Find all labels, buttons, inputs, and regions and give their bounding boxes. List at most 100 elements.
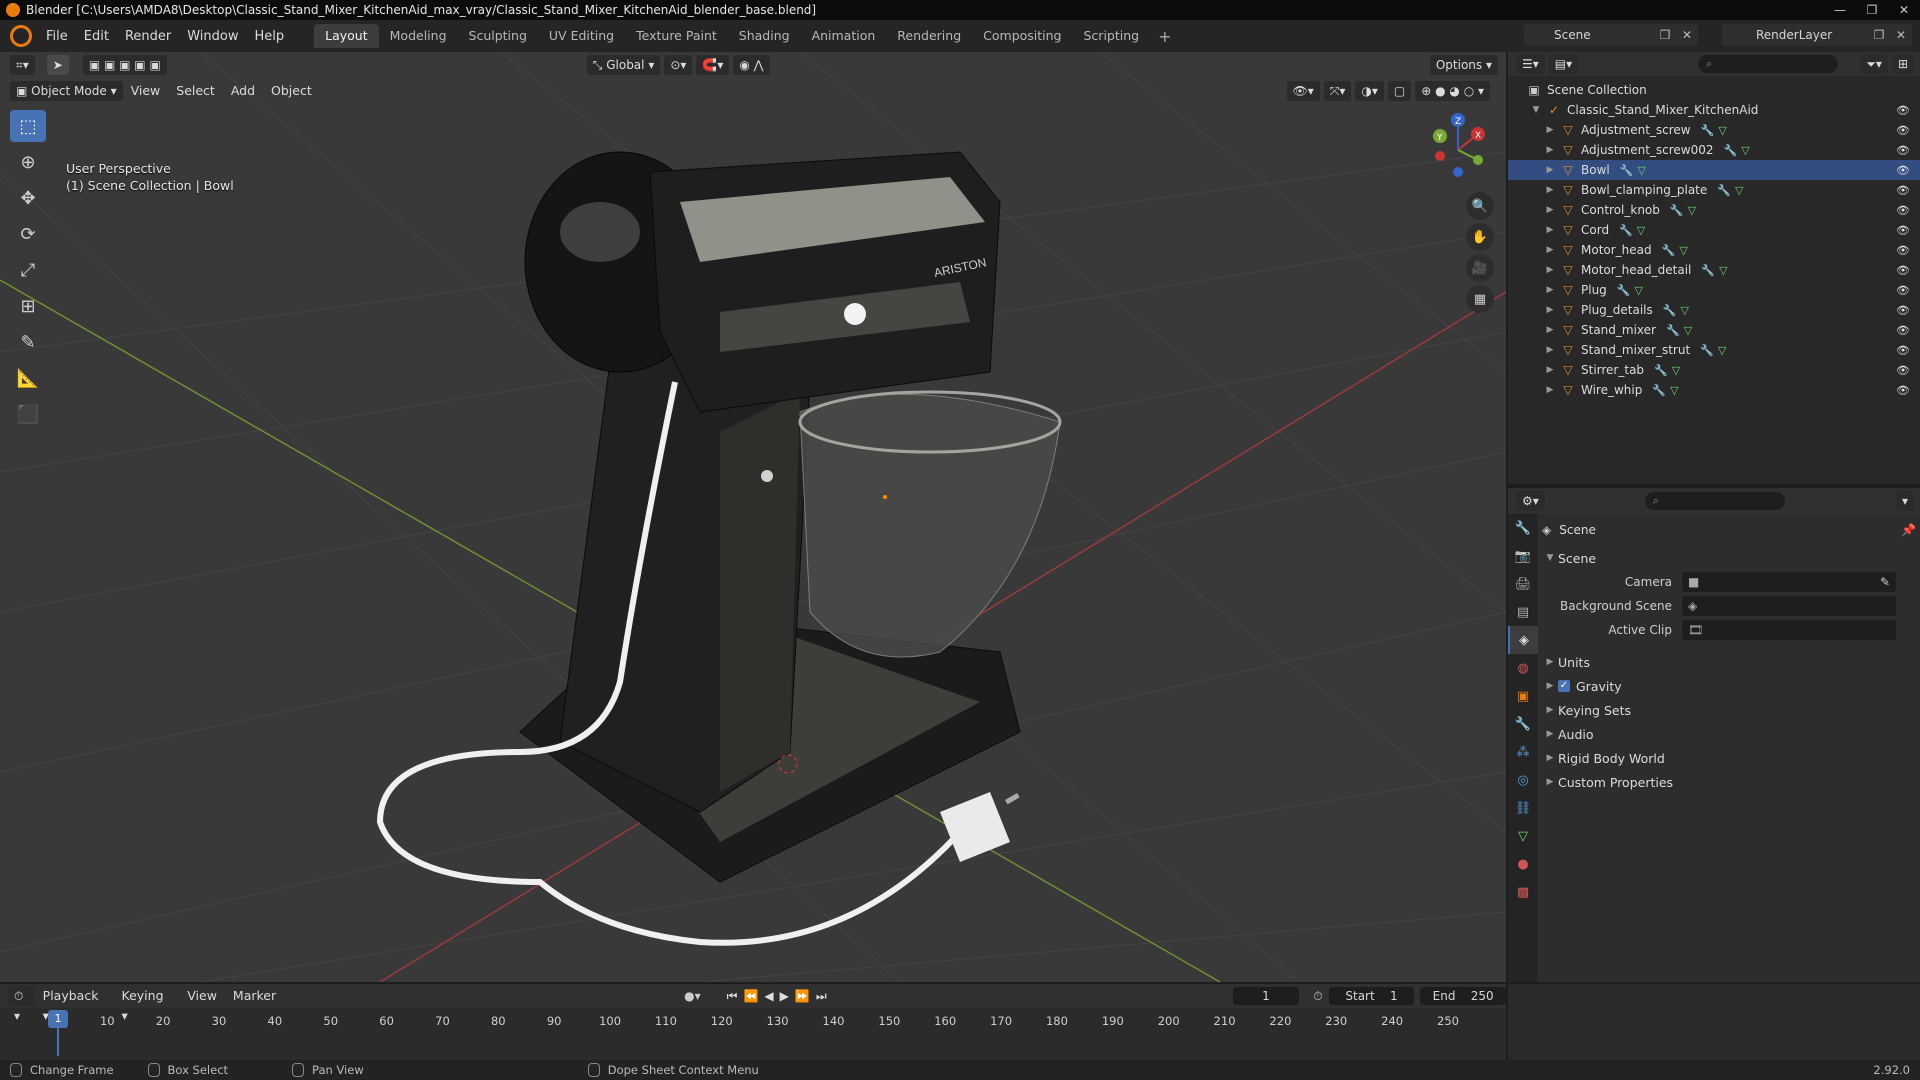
mesh-data-icon[interactable]: ▽ <box>1679 244 1687 257</box>
pan-hand-icon[interactable]: ✋ <box>1466 223 1494 251</box>
menu-add[interactable]: Add <box>223 81 263 101</box>
gizmo-toggle[interactable]: ⤧▾ <box>1323 81 1352 101</box>
xray-toggle[interactable]: ▢ <box>1387 81 1412 101</box>
scale-tool[interactable]: ⤢ <box>10 254 46 286</box>
display-mode-dropdown[interactable]: ▤▾ <box>1548 54 1579 74</box>
tab-scripting[interactable]: Scripting <box>1073 24 1151 48</box>
custom-properties-section[interactable]: ▶ Custom Properties <box>1542 770 1916 794</box>
expand-arrow-icon[interactable]: ▶ <box>1544 145 1556 155</box>
expand-arrow-icon[interactable]: ▶ <box>1544 305 1556 315</box>
expand-arrow-icon[interactable]: ▶ <box>1544 125 1556 135</box>
properties-editor-type[interactable]: ⚙▾ <box>1516 491 1545 511</box>
particles-tab-icon[interactable]: ⁂ <box>1508 738 1538 766</box>
end-frame-field[interactable]: End 250 <box>1420 987 1506 1005</box>
mesh-data-icon[interactable]: ▽ <box>1719 264 1727 277</box>
marker-menu[interactable]: Marker <box>225 986 284 1006</box>
editor-type-button[interactable]: ⌗▾ <box>10 55 35 75</box>
eye-icon[interactable]: 👁 <box>1896 104 1910 117</box>
eye-icon[interactable]: 👁 <box>1896 384 1910 397</box>
modifier-wrench-icon[interactable]: 🔧 <box>1717 184 1731 197</box>
tab-rendering[interactable]: Rendering <box>886 24 972 48</box>
menu-edit[interactable]: Edit <box>76 29 117 44</box>
expand-arrow-icon[interactable]: ▶ <box>1544 225 1556 235</box>
modifier-tab-icon[interactable]: 🔧 <box>1508 710 1538 738</box>
data-tab-icon[interactable]: ▽ <box>1508 822 1538 850</box>
scene-selector[interactable]: Scene ❐ ✕ <box>1524 24 1698 46</box>
tab-shading[interactable]: Shading <box>728 24 801 48</box>
view-menu[interactable]: View <box>179 986 225 1006</box>
tab-uv-editing[interactable]: UV Editing <box>538 24 625 48</box>
selection-mode-buttons[interactable]: ▣ ▣ ▣ ▣ ▣ <box>82 55 167 75</box>
eye-icon[interactable]: 👁 <box>1896 304 1910 317</box>
material-tab-icon[interactable]: ● <box>1508 850 1538 878</box>
scene-panel-header[interactable]: ▼ Scene <box>1542 546 1916 570</box>
play-reverse-icon[interactable]: ◀ <box>764 989 779 1003</box>
jump-keyframe-back-icon[interactable]: ⏪ <box>743 989 764 1003</box>
menu-object[interactable]: Object <box>263 81 320 101</box>
menu-help[interactable]: Help <box>247 29 293 44</box>
menu-file[interactable]: File <box>38 29 76 44</box>
mesh-data-icon[interactable]: ▽ <box>1672 364 1680 377</box>
select-box-tool[interactable]: ⬚ <box>10 110 46 142</box>
modifier-wrench-icon[interactable]: 🔧 <box>1654 364 1668 377</box>
menu-select[interactable]: Select <box>168 81 223 101</box>
modifier-wrench-icon[interactable]: 🔧 <box>1701 264 1715 277</box>
jump-keyframe-forward-icon[interactable]: ⏩ <box>795 989 816 1003</box>
mesh-data-icon[interactable]: ▽ <box>1684 324 1692 337</box>
modifier-wrench-icon[interactable]: 🔧 <box>1662 244 1676 257</box>
outliner-object-row[interactable]: ▶ ▽ Motor_head_detail 🔧 ▽ 👁 <box>1508 260 1920 280</box>
playback-menu[interactable]: Playback ▾ <box>35 986 114 1023</box>
add-cube-tool[interactable]: ⬛ <box>10 398 46 430</box>
proportional-edit-toggle[interactable]: ◉ ⋀ <box>733 55 770 75</box>
constraints-tab-icon[interactable]: ⛓ <box>1508 794 1538 822</box>
mesh-data-icon[interactable]: ▽ <box>1735 184 1743 197</box>
cursor-tool[interactable]: ⊕ <box>10 146 46 178</box>
properties-options[interactable]: ▾ <box>1895 491 1914 511</box>
shading-modes[interactable]: ⊕ ● ◕ ○ ▾ <box>1415 81 1490 101</box>
tab-sculpting[interactable]: Sculpting <box>458 24 538 48</box>
view-layer-selector[interactable]: RenderLayer ❐ ✕ <box>1722 24 1912 46</box>
rotate-tool[interactable]: ⟳ <box>10 218 46 250</box>
eye-icon[interactable]: 👁 <box>1896 124 1910 137</box>
new-collection-icon[interactable]: ⊞ <box>1891 54 1914 74</box>
physics-tab-icon[interactable]: ◎ <box>1508 766 1538 794</box>
mesh-data-icon[interactable]: ▽ <box>1637 164 1645 177</box>
keying-menu[interactable]: Keying ▾ <box>114 986 180 1023</box>
render-tab-icon[interactable]: 📷 <box>1508 542 1538 570</box>
expand-arrow-icon[interactable]: ▶ <box>1544 205 1556 215</box>
gravity-section[interactable]: ▶ ✓ Gravity <box>1542 674 1916 698</box>
outliner-object-row[interactable]: ▶ ▽ Stirrer_tab 🔧 ▽ 👁 <box>1508 360 1920 380</box>
modifier-wrench-icon[interactable]: 🔧 <box>1666 324 1680 337</box>
eye-icon[interactable]: 👁 <box>1896 184 1910 197</box>
keying-sets-section[interactable]: ▶ Keying Sets <box>1542 698 1916 722</box>
tool-tab-icon[interactable]: 🔧 <box>1508 514 1538 542</box>
x-neg-handle[interactable] <box>1435 151 1445 161</box>
menu-window[interactable]: Window <box>179 29 246 44</box>
active-clip-field[interactable]: 🎞 <box>1682 620 1896 640</box>
mesh-data-icon[interactable]: ▽ <box>1688 204 1696 217</box>
rigid-body-world-section[interactable]: ▶ Rigid Body World <box>1542 746 1916 770</box>
outliner-object-row[interactable]: ▶ ▽ Plug_details 🔧 ▽ 👁 <box>1508 300 1920 320</box>
scene-tab-icon[interactable]: ◈ <box>1508 626 1538 654</box>
menu-render[interactable]: Render <box>117 29 179 44</box>
duplicate-layer-icon[interactable]: ❐ <box>1868 28 1890 42</box>
outliner-object-row[interactable]: ▶ ▽ Adjustment_screw002 🔧 ▽ 👁 <box>1508 140 1920 160</box>
texture-tab-icon[interactable]: ▩ <box>1508 878 1538 906</box>
add-workspace-button[interactable]: + <box>1150 27 1179 46</box>
world-tab-icon[interactable]: ◍ <box>1508 654 1538 682</box>
record-icon[interactable]: ●▾ <box>684 989 701 1003</box>
expand-arrow-icon[interactable]: ▶ <box>1544 345 1556 355</box>
outliner-object-row[interactable]: ▶ ▽ Stand_mixer 🔧 ▽ 👁 <box>1508 320 1920 340</box>
expand-arrow-icon[interactable]: ▼ <box>1530 105 1542 115</box>
overlay-toggle[interactable]: ◑▾ <box>1355 81 1384 101</box>
modifier-wrench-icon[interactable]: 🔧 <box>1663 304 1677 317</box>
jump-start-icon[interactable]: ⏮ <box>727 989 744 1003</box>
eye-icon[interactable]: 👁 <box>1896 204 1910 217</box>
audio-section[interactable]: ▶ Audio <box>1542 722 1916 746</box>
camera-view-icon[interactable]: 🎥 <box>1466 254 1494 282</box>
y-neg-handle[interactable] <box>1473 155 1483 165</box>
outliner-search-input[interactable]: ⌕ <box>1698 55 1839 73</box>
outliner-object-row[interactable]: ▶ ▽ Cord 🔧 ▽ 👁 <box>1508 220 1920 240</box>
3d-viewport[interactable]: ARISTON ⌗▾ ➤ ▣ ▣ ▣ ▣ ▣ ⤡ Global ▾ ⊙▾ 🧲▾ … <box>0 52 1506 982</box>
expand-arrow-icon[interactable]: ▶ <box>1544 185 1556 195</box>
